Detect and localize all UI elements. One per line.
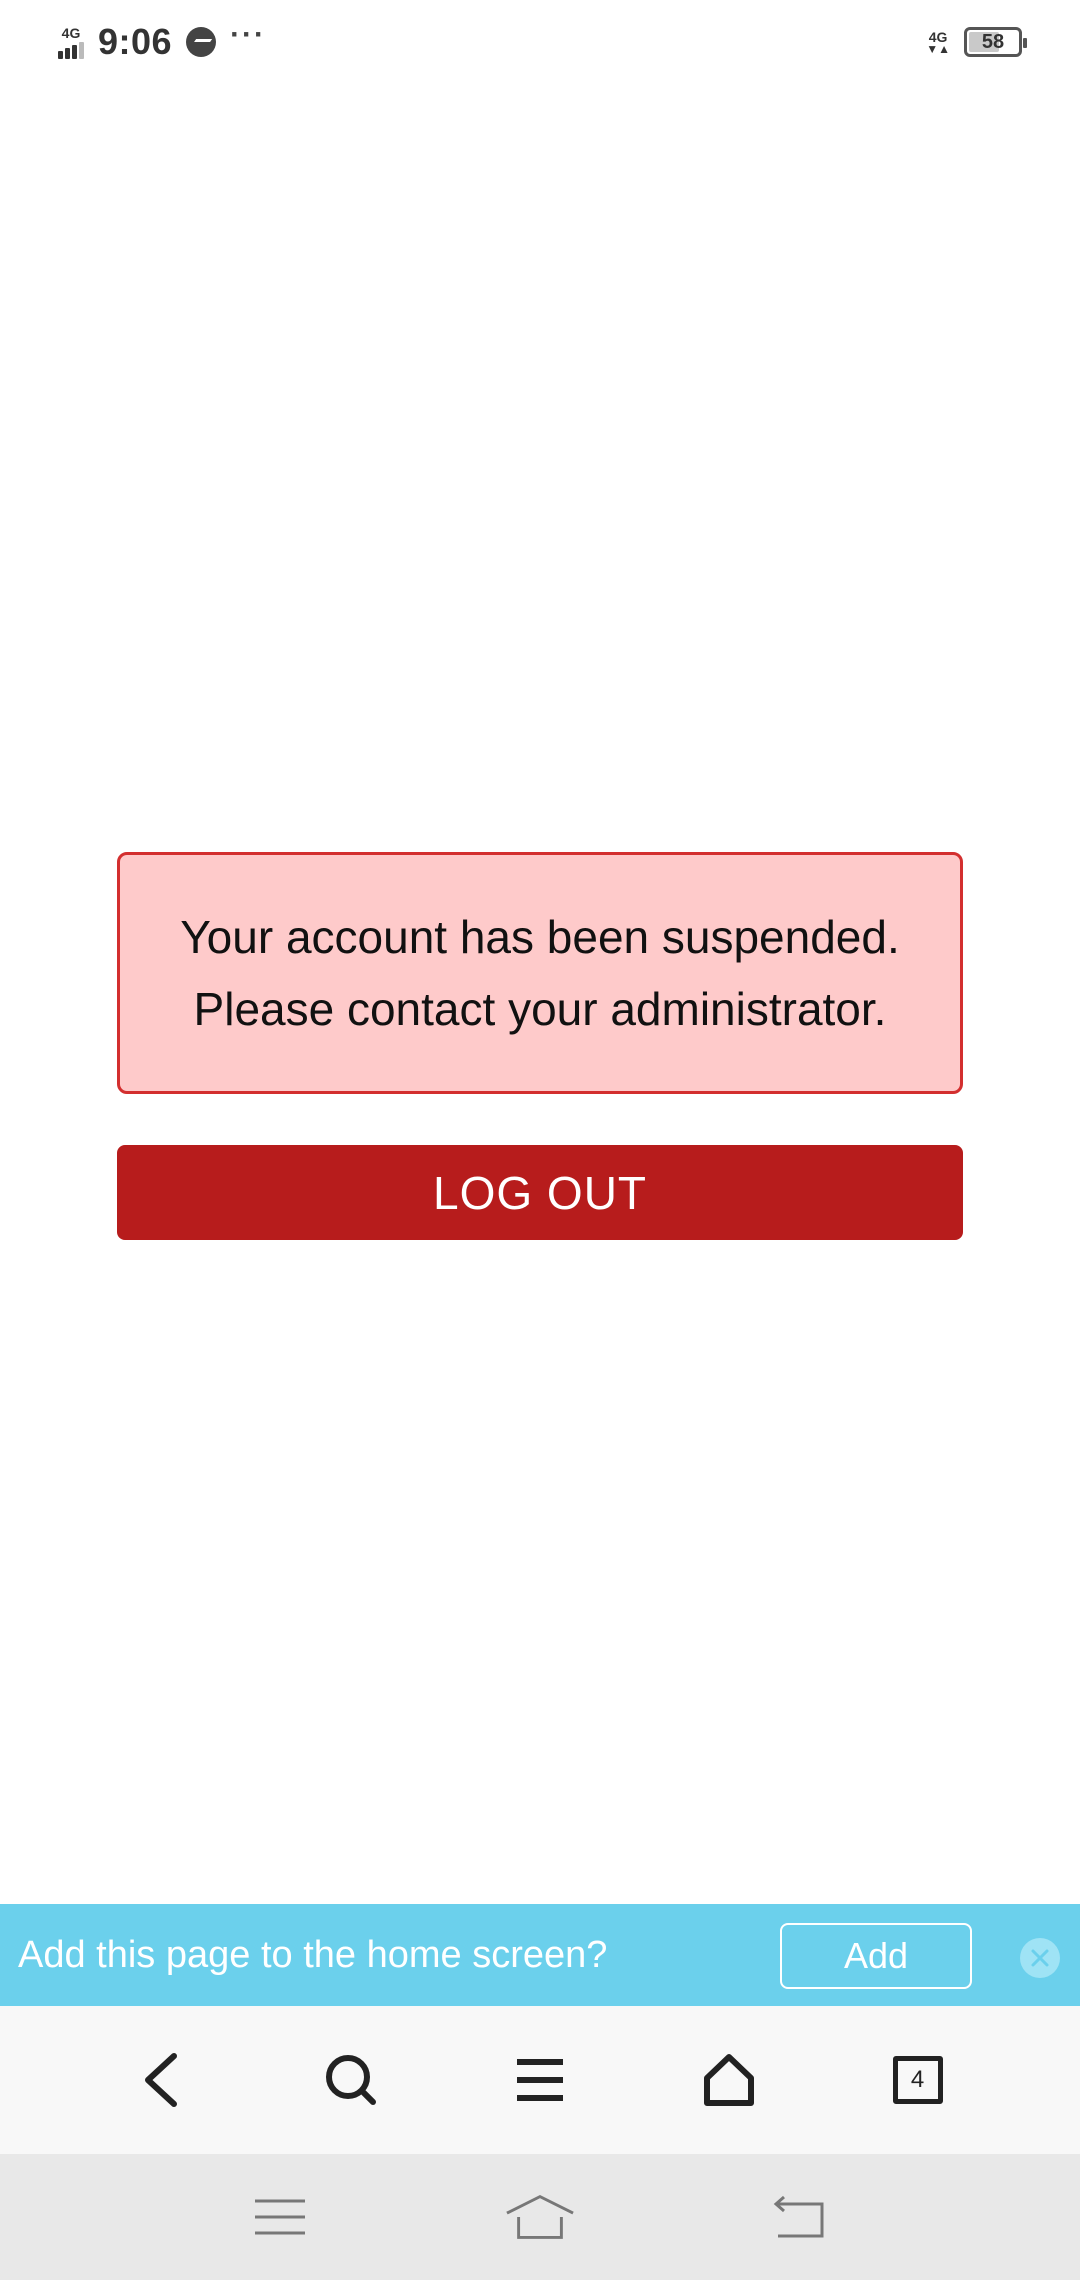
suspension-alert: Your account has been suspended. Please …: [117, 852, 963, 1094]
alert-line-1: Your account has been suspended.: [180, 911, 900, 963]
system-back-icon[interactable]: [765, 2182, 835, 2252]
tab-count: 4: [892, 2056, 943, 2104]
network-type-left: 4G: [61, 24, 81, 41]
add-to-home-banner: Add this page to the home screen? Add: [0, 1904, 1080, 2006]
system-home-icon[interactable]: [505, 2182, 575, 2252]
recent-apps-icon[interactable]: [245, 2182, 315, 2252]
screen: 4G 9:06 ··· 4G ▼▲ 58 Your account has be…: [0, 0, 1080, 2280]
mobile-data-icon: 4G ▼▲: [926, 29, 950, 56]
alert-line-2: Please contact your administrator.: [193, 983, 887, 1035]
signal-icon: 4G: [58, 26, 84, 59]
add-button[interactable]: Add: [780, 1923, 972, 1989]
system-nav-bar: [0, 2154, 1080, 2280]
battery-level: 58: [981, 30, 1005, 53]
messenger-icon: [186, 27, 217, 57]
logout-button[interactable]: LOG OUT: [117, 1145, 963, 1240]
status-right: 4G ▼▲ 58: [926, 27, 1027, 57]
search-icon[interactable]: [316, 2045, 386, 2115]
battery-icon: 58: [964, 27, 1027, 57]
browser-toolbar: 4: [0, 2006, 1080, 2154]
clock: 9:06: [98, 21, 173, 62]
close-icon[interactable]: [1020, 1938, 1060, 1978]
banner-prompt: Add this page to the home screen?: [18, 1933, 608, 1976]
menu-icon[interactable]: [505, 2045, 575, 2115]
tabs-icon[interactable]: 4: [883, 2045, 953, 2115]
more-notifications: ···: [230, 18, 267, 51]
status-left: 4G 9:06 ···: [58, 18, 267, 63]
status-bar: 4G 9:06 ··· 4G ▼▲ 58: [0, 0, 1080, 84]
back-icon[interactable]: [127, 2045, 197, 2115]
home-icon[interactable]: [694, 2045, 764, 2115]
